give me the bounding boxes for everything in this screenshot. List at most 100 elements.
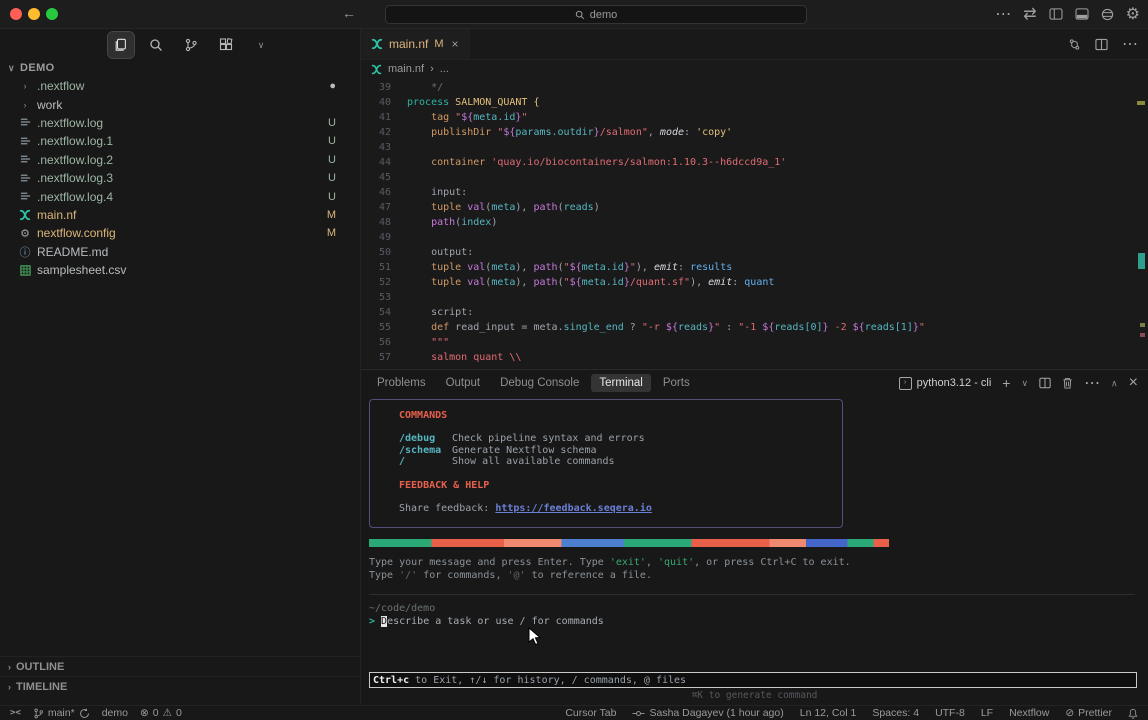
panel-tab-debug-console[interactable]: Debug Console <box>492 374 587 392</box>
split-editor-icon[interactable] <box>1095 38 1108 51</box>
explorer-section-header[interactable]: ∨ DEMO <box>8 62 55 74</box>
log-file-icon <box>20 191 31 202</box>
cursor-tab-status[interactable]: Cursor Tab <box>565 707 616 719</box>
chevron-right-icon: › <box>8 662 11 672</box>
breadcrumb-separator: › <box>430 63 434 75</box>
file-tree-item[interactable]: .nextflow.logU <box>0 114 360 132</box>
error-icon: ⊗ <box>140 707 149 719</box>
code-line: 47 tuple val(meta), path(reads) <box>361 200 1148 215</box>
source-control-icon[interactable] <box>178 32 204 58</box>
terminal-cwd: ~/code/demo <box>369 603 435 614</box>
workspace-status[interactable]: demo <box>102 707 128 719</box>
panel-tab-problems[interactable]: Problems <box>369 374 434 392</box>
branch-status[interactable]: main* <box>33 707 90 719</box>
close-window-button[interactable] <box>10 8 22 20</box>
bell-icon[interactable] <box>1128 708 1138 719</box>
problems-status[interactable]: ⊗0 ⚠0 <box>140 707 182 719</box>
terminal-help-box: COMMANDS /debugCheck pipeline syntax and… <box>369 399 843 528</box>
layout-panel-icon[interactable] <box>1075 8 1089 20</box>
breadcrumb[interactable]: main.nf › ... <box>371 63 449 75</box>
terminal-command-row: /debugCheck pipeline syntax and errors <box>399 433 842 445</box>
formatter-status[interactable]: ⊘ Prettier <box>1065 707 1112 719</box>
chevron-right-icon: › <box>24 100 27 110</box>
tab-label: main.nf <box>389 37 428 51</box>
title-bar: ← demo ⋯ ⇄ ⚙ <box>0 0 1148 29</box>
editor-tab-bar: main.nf M × ⋯ <box>361 29 1148 60</box>
trash-icon[interactable] <box>1062 377 1073 389</box>
gear-icon[interactable]: ⚙ <box>1126 4 1140 24</box>
file-name: .nextflow.log.3 <box>37 171 113 185</box>
encoding-status[interactable]: UTF-8 <box>935 707 965 719</box>
file-tree-item[interactable]: › work <box>0 95 360 113</box>
file-tree-item[interactable]: ⚙nextflow.configM <box>0 224 360 242</box>
terminal-command-row: /Show all available commands <box>399 456 842 468</box>
file-tree-item[interactable]: samplesheet.csv <box>0 261 360 279</box>
source-control-graph-icon[interactable] <box>1068 38 1081 51</box>
chevron-right-icon: › <box>24 81 27 91</box>
panel-tab-output[interactable]: Output <box>438 374 489 392</box>
overview-ruler-mark <box>1140 333 1145 337</box>
file-tree-item[interactable]: .nextflow.log.1U <box>0 132 360 150</box>
file-tree-item[interactable]: .nextflow.log.4U <box>0 187 360 205</box>
eol-status[interactable]: LF <box>981 707 993 719</box>
explorer-icon[interactable] <box>108 32 134 58</box>
git-status-badge: U <box>328 154 336 166</box>
more-icon[interactable]: ⋯ <box>1084 373 1100 393</box>
terminal-instance[interactable]: › python3.12 - cli <box>899 377 992 390</box>
remote-indicator-icon[interactable]: >< <box>10 708 21 718</box>
close-panel-icon[interactable]: × <box>1129 374 1138 392</box>
code-line: 50 output: <box>361 245 1148 260</box>
breadcrumb-file[interactable]: main.nf <box>388 63 424 75</box>
file-name: samplesheet.csv <box>37 263 126 277</box>
file-tree-item[interactable]: ⓘREADME.md <box>0 243 360 261</box>
overview-ruler-mark <box>1140 323 1145 327</box>
extensions-icon[interactable] <box>213 32 239 58</box>
file-name: work <box>37 98 62 112</box>
globe-icon[interactable] <box>1101 8 1114 21</box>
command-center-search[interactable]: demo <box>385 5 807 24</box>
file-tree-item[interactable]: .nextflow.log.2U <box>0 151 360 169</box>
file-tree-item[interactable]: main.nfM <box>0 206 360 224</box>
terminal-help-text: Type your message and press Enter. Type … <box>369 556 851 582</box>
terminal-name: python3.12 - cli <box>917 377 992 389</box>
file-name: nextflow.config <box>37 226 116 240</box>
file-tree-item[interactable]: ›.nextflow● <box>0 77 360 95</box>
sync-arrows-icon[interactable]: ⇄ <box>1023 4 1036 24</box>
layout-sidebar-icon[interactable] <box>1049 8 1063 20</box>
more-icon[interactable]: ⋯ <box>995 4 1011 24</box>
input-bar-hints: to Exit, ↑/↓ for history, / commands, @ … <box>409 675 686 686</box>
chevron-down-icon[interactable]: ∨ <box>1021 378 1028 389</box>
code-area[interactable]: 39 */40process SALMON_QUANT {41 tag "${m… <box>361 80 1148 368</box>
generate-command-hint: ⌘K to generate command <box>361 690 1148 701</box>
file-tree-item[interactable]: .nextflow.log.3U <box>0 169 360 187</box>
git-blame-status[interactable]: Sasha Dagayev (1 hour ago) <box>632 707 783 719</box>
search-icon[interactable] <box>143 32 169 58</box>
feedback-link[interactable]: https://feedback.seqera.io <box>495 503 652 514</box>
panel-tab-ports[interactable]: Ports <box>655 374 698 392</box>
file-name: .nextflow.log.1 <box>37 134 113 148</box>
chevron-down-icon[interactable]: ∨ <box>248 32 274 58</box>
more-icon[interactable]: ⋯ <box>1122 34 1138 54</box>
indentation-status[interactable]: Spaces: 4 <box>872 707 919 719</box>
back-icon[interactable]: ← <box>342 5 356 21</box>
sidebar-section-timeline[interactable]: ›TIMELINE <box>0 676 360 696</box>
line-col-status[interactable]: Ln 12, Col 1 <box>800 707 857 719</box>
bottom-panel: ProblemsOutputDebug ConsoleTerminal Ports… <box>361 369 1148 705</box>
new-terminal-icon[interactable]: + <box>1002 375 1010 391</box>
breadcrumb-symbol[interactable]: ... <box>440 63 449 75</box>
commit-icon <box>632 709 645 718</box>
terminal-prompt[interactable]: > Describe a task or use / for commands <box>369 616 604 627</box>
maximize-panel-icon[interactable]: ∨ <box>1111 378 1118 389</box>
nextflow-icon <box>371 38 383 50</box>
language-status[interactable]: Nextflow <box>1009 707 1049 719</box>
file-name: main.nf <box>37 208 76 222</box>
sidebar-section-outline[interactable]: ›OUTLINE <box>0 656 360 676</box>
minimize-window-button[interactable] <box>28 8 40 20</box>
terminal-input-bar[interactable]: Ctrl+c to Exit, ↑/↓ for history, / comma… <box>369 672 1137 688</box>
tab-main-nf[interactable]: main.nf M × <box>361 29 470 59</box>
panel-tab-terminal[interactable]: Terminal <box>591 374 650 392</box>
search-value: demo <box>590 9 618 21</box>
split-terminal-icon[interactable] <box>1039 377 1051 389</box>
close-icon[interactable]: × <box>452 37 459 51</box>
zoom-window-button[interactable] <box>46 8 58 20</box>
